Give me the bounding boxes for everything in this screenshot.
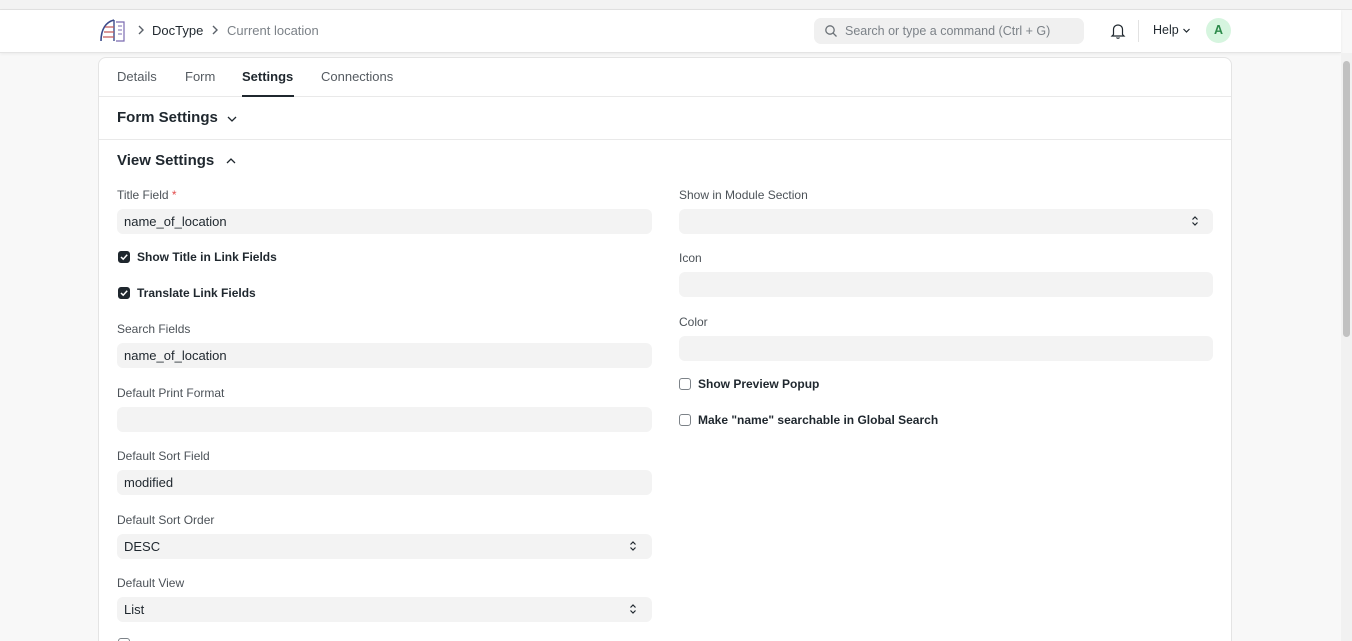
icon-input[interactable] xyxy=(679,272,1213,297)
bell-icon[interactable] xyxy=(1110,22,1126,40)
search-bar[interactable] xyxy=(814,18,1084,44)
tab-details[interactable]: Details xyxy=(117,69,157,85)
translate-link-fields-checkbox[interactable] xyxy=(118,287,130,299)
default-view-select[interactable]: List xyxy=(117,597,652,622)
app-logo-icon[interactable] xyxy=(98,17,126,45)
search-fields-input[interactable]: name_of_location xyxy=(117,343,652,368)
section-form-settings[interactable]: Form Settings xyxy=(117,109,218,126)
default-sort-order-select[interactable]: DESC xyxy=(117,534,652,559)
default-print-format-input[interactable] xyxy=(117,407,652,432)
help-menu[interactable]: Help xyxy=(1153,23,1179,37)
navbar-divider xyxy=(1138,20,1139,42)
tab-form[interactable]: Form xyxy=(185,69,215,85)
section-view-settings[interactable]: View Settings xyxy=(117,152,214,169)
form-tabs: Details Form Settings Connections xyxy=(99,58,1231,97)
chevron-down-icon[interactable] xyxy=(226,113,238,125)
icon-label: Icon xyxy=(679,251,702,265)
default-print-format-label: Default Print Format xyxy=(117,386,225,400)
breadcrumb-current[interactable]: Current location xyxy=(227,23,319,39)
default-sort-order-label: Default Sort Order xyxy=(117,513,215,527)
chevron-right-icon xyxy=(138,25,144,35)
doctype-form-card: Details Form Settings Connections Form S… xyxy=(98,57,1232,641)
browser-top-strip xyxy=(0,0,1352,10)
show-in-module-section-select[interactable] xyxy=(679,209,1213,234)
show-preview-popup-label[interactable]: Show Preview Popup xyxy=(698,377,819,391)
default-view-label: Default View xyxy=(117,576,185,590)
check-icon xyxy=(120,254,128,261)
navbar: DocType Current location Help A xyxy=(0,10,1341,53)
breadcrumb-doctype[interactable]: DocType xyxy=(152,23,203,39)
title-field-input[interactable]: name_of_location xyxy=(117,209,652,234)
active-tab-indicator xyxy=(242,95,294,97)
select-arrows-icon xyxy=(630,541,636,551)
avatar[interactable]: A xyxy=(1206,18,1231,43)
scrollbar-thumb[interactable] xyxy=(1343,61,1350,337)
make-name-searchable-label[interactable]: Make "name" searchable in Global Search xyxy=(698,413,938,427)
color-label: Color xyxy=(679,315,708,329)
select-arrows-icon xyxy=(1192,216,1198,226)
check-icon xyxy=(120,290,128,297)
select-arrows-icon xyxy=(630,604,636,614)
tab-connections[interactable]: Connections xyxy=(321,69,393,85)
show-in-module-section-label: Show in Module Section xyxy=(679,188,808,202)
default-sort-field-label: Default Sort Field xyxy=(117,449,210,463)
make-name-searchable-checkbox[interactable] xyxy=(679,414,691,426)
show-title-in-link-fields-label[interactable]: Show Title in Link Fields xyxy=(137,250,277,264)
search-input[interactable] xyxy=(845,22,1077,40)
search-icon xyxy=(825,25,837,37)
chevron-right-icon xyxy=(212,25,218,35)
section-divider xyxy=(99,139,1231,140)
search-fields-label: Search Fields xyxy=(117,322,191,336)
show-preview-popup-checkbox[interactable] xyxy=(679,378,691,390)
title-field-label: Title Field * xyxy=(117,188,177,202)
chevron-up-icon[interactable] xyxy=(225,155,237,167)
color-input[interactable] xyxy=(679,336,1213,361)
page-scrollbar[interactable] xyxy=(1341,53,1352,641)
default-sort-field-input[interactable]: modified xyxy=(117,470,652,495)
tab-settings[interactable]: Settings xyxy=(242,69,293,85)
chevron-down-icon[interactable] xyxy=(1182,26,1191,35)
show-title-in-link-fields-checkbox[interactable] xyxy=(118,251,130,263)
translate-link-fields-label[interactable]: Translate Link Fields xyxy=(137,286,256,300)
